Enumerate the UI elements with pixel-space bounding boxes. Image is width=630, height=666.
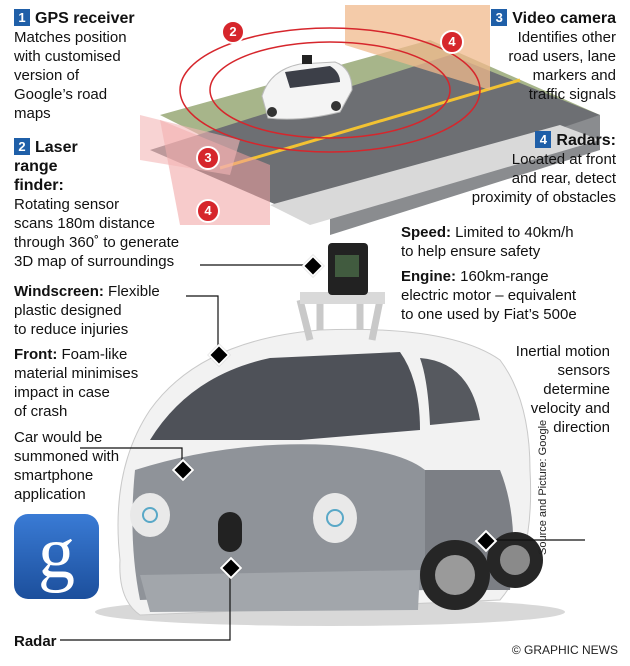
callout-line: Matches position bbox=[14, 29, 127, 46]
callout-line: maps bbox=[14, 105, 51, 122]
callout-line: and rear, detect bbox=[511, 170, 616, 187]
front-radar-sensor bbox=[218, 512, 242, 552]
callout-video: 3 Video camera Identifies other road user… bbox=[446, 9, 616, 104]
callout-number: 3 bbox=[491, 9, 508, 26]
title-text: GPS receiver bbox=[35, 10, 135, 27]
callout-line: smartphone bbox=[14, 467, 94, 484]
callout-line: Foam-like bbox=[57, 346, 128, 363]
callout-line: Rotating sensor bbox=[14, 196, 120, 213]
title-text: Radars: bbox=[556, 132, 616, 149]
source-credit: Source and Picture: Google bbox=[537, 395, 549, 555]
callout-line: Car would be bbox=[14, 429, 103, 446]
title-text: Video camera bbox=[512, 10, 616, 27]
callout-radars: 4 Radars: Located at front and rear, dete… bbox=[426, 131, 616, 207]
callout-line: impact in case bbox=[14, 384, 110, 401]
callout-line: through 360˚ to generate bbox=[14, 234, 180, 251]
callout-label: Windscreen: bbox=[14, 283, 104, 300]
callout-line: Identifies other bbox=[517, 29, 616, 46]
windscreen bbox=[150, 352, 420, 440]
callout-label: Radar bbox=[14, 633, 57, 650]
callout-line: of crash bbox=[14, 403, 68, 420]
callout-summon: Car would be summoned with smartphone ap… bbox=[14, 428, 164, 504]
callout-line: material minimises bbox=[14, 365, 139, 382]
callout-number: 1 bbox=[14, 9, 30, 26]
callout-laser-title: 2 Laser bbox=[14, 138, 214, 157]
callout-line: Inertial motion bbox=[515, 343, 610, 360]
callout-label: Speed: bbox=[401, 224, 452, 241]
callout-line: Located at front bbox=[511, 151, 616, 168]
callout-line: Limited to 40km/h bbox=[451, 224, 574, 241]
callout-line: version of bbox=[14, 67, 80, 84]
diagram-marker-2: 2 bbox=[221, 20, 245, 44]
callout-line: scans 180m distance bbox=[14, 215, 155, 232]
credit-text: © GRAPHIC NEWS bbox=[511, 643, 618, 657]
right-headlight bbox=[313, 493, 357, 543]
callout-speed: Speed: Limited to 40km/h to help ensure … bbox=[401, 223, 621, 261]
callout-laser: 2 Laser range finder: Rotating sensor sca… bbox=[14, 138, 214, 271]
callout-line: plastic designed bbox=[14, 302, 122, 319]
callout-video-title: 3 Video camera bbox=[446, 9, 616, 28]
callout-line: 3D map of surroundings bbox=[14, 253, 175, 270]
callout-front: Front: Foam-like material minimises impa… bbox=[14, 345, 184, 421]
callout-line: application bbox=[14, 486, 86, 503]
callout-label: Front: bbox=[14, 346, 58, 363]
title-text: Laser bbox=[35, 139, 78, 156]
source-text: Source and Picture: Google bbox=[537, 419, 549, 555]
callout-line: proximity of obstacles bbox=[471, 189, 616, 206]
callout-line: traffic signals bbox=[528, 86, 616, 103]
callout-engine: Engine: 160km-range electric motor – equ… bbox=[401, 267, 626, 324]
callout-line: to help ensure safety bbox=[401, 243, 541, 260]
callout-line: sensors bbox=[557, 362, 610, 379]
front-bumper bbox=[140, 570, 420, 612]
marker-label: 2 bbox=[229, 24, 237, 39]
callout-line: to one used by Fiat’s 500e bbox=[401, 306, 577, 323]
callout-line: with customised bbox=[14, 48, 121, 65]
callout-radar-front: Radar bbox=[14, 632, 57, 651]
logo-letter: g bbox=[38, 512, 75, 594]
callout-number: 2 bbox=[14, 138, 30, 155]
callout-radars-title: 4 Radars: bbox=[426, 131, 616, 150]
callout-windscreen: Windscreen: Flexible plastic designed to… bbox=[14, 282, 214, 339]
callout-line: electric motor – equivalent bbox=[401, 287, 577, 304]
graphic-news-credit: © GRAPHIC NEWS bbox=[512, 643, 618, 657]
mini-car bbox=[261, 55, 353, 120]
google-logo: g bbox=[14, 514, 99, 599]
title-text: finder: bbox=[14, 177, 64, 194]
callout-line: to reduce injuries bbox=[14, 321, 129, 338]
callout-gps-title: 1 GPS receiver bbox=[14, 9, 164, 28]
callout-line: 160km-range bbox=[456, 268, 549, 285]
callout-line: summoned with bbox=[14, 448, 120, 465]
callout-number: 4 bbox=[535, 131, 552, 148]
callout-gps: 1 GPS receiver Matches position with cust… bbox=[14, 9, 164, 123]
callout-line: road users, lane bbox=[508, 48, 616, 65]
title-text: range bbox=[14, 158, 58, 175]
callout-line: markers and bbox=[532, 67, 616, 84]
callout-line: Google’s road bbox=[14, 86, 108, 103]
callout-label: Engine: bbox=[401, 268, 456, 285]
callout-line: Flexible bbox=[103, 283, 160, 300]
